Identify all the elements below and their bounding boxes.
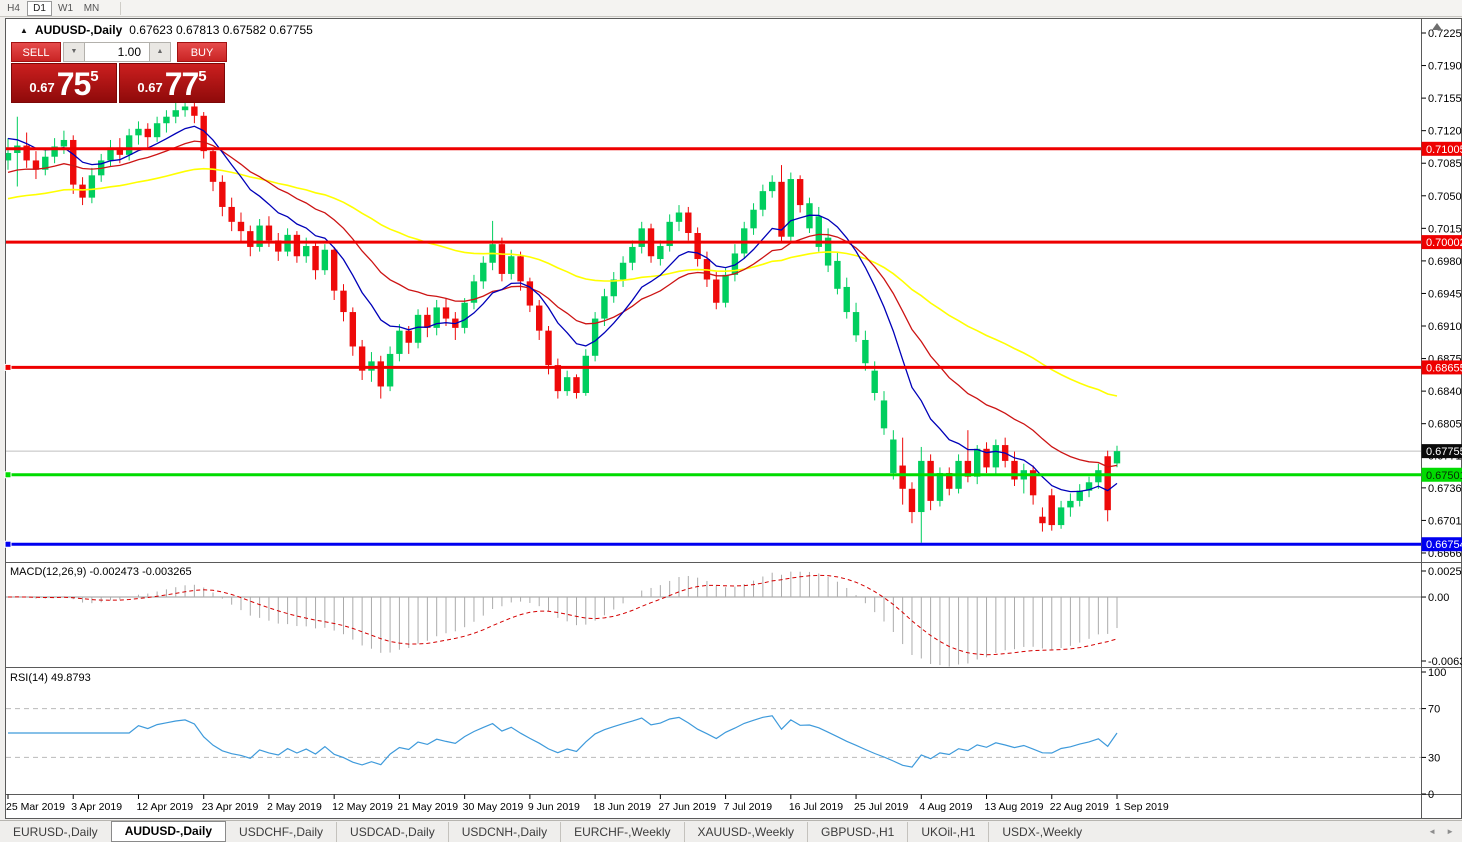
timeframe-button-w1[interactable]: W1 [53,1,78,16]
chart-canvas[interactable]: 0.722500.719000.715500.712000.708500.705… [0,0,1462,842]
chart-ohlc-values: 0.67623 0.67813 0.67582 0.67755 [129,23,313,37]
svg-text:9 Jun 2019: 9 Jun 2019 [528,801,580,813]
sell-price-pipette: 5 [90,68,99,85]
buy-price-pipette: 5 [198,68,207,85]
svg-text:0.67501: 0.67501 [1426,470,1462,482]
svg-text:0.71900: 0.71900 [1428,61,1462,73]
svg-text:12 Apr 2019: 12 Apr 2019 [136,801,193,813]
svg-text:0.68400: 0.68400 [1428,386,1462,398]
svg-text:4 Aug 2019: 4 Aug 2019 [919,801,972,813]
svg-text:0.66754: 0.66754 [1426,539,1462,551]
tab-scroll-right-icon[interactable]: ► [1446,827,1454,836]
chart-tab[interactable]: GBPUSD-,H1 [807,821,907,842]
volume-spinner: ▼ ▲ [63,42,175,62]
svg-text:12 May 2019: 12 May 2019 [332,801,393,813]
price-axis-badge: 0.68655 [1421,360,1462,375]
svg-text:25 Jul 2019: 25 Jul 2019 [854,801,908,813]
collapse-panel-icon[interactable]: ▲ [20,26,28,35]
chart-tab-bar: EURUSD-,Daily AUDUSD-,Daily USDCHF-,Daily U… [0,820,1462,842]
price-axis-badge: 0.67501 [1421,467,1462,482]
svg-text:25 Mar 2019: 25 Mar 2019 [6,801,65,813]
svg-text:30 May 2019: 30 May 2019 [463,801,524,813]
svg-text:0.68050: 0.68050 [1428,419,1462,431]
one-click-trading-panel: SELL ▼ ▲ BUY 0.67 75 5 0.67 77 5 [11,42,227,103]
svg-text:0.69450: 0.69450 [1428,288,1462,300]
svg-text:27 Jun 2019: 27 Jun 2019 [658,801,716,813]
buy-price-big: 77 [164,66,200,102]
svg-text:0.00: 0.00 [1428,592,1449,604]
svg-text:23 Apr 2019: 23 Apr 2019 [202,801,259,813]
volume-input[interactable] [85,42,149,62]
timeframe-button-d1[interactable]: D1 [27,0,52,16]
toolbar-separator [120,1,121,15]
price-axis-badge: 0.71005 [1421,141,1462,156]
tab-scroll-controls: ◄ ► [1428,827,1454,836]
chart-tab[interactable]: EURCHF-,Weekly [560,821,683,842]
chart-tab[interactable]: USDCNH-,Daily [447,821,560,842]
svg-text:0.70850: 0.70850 [1428,158,1462,170]
rsi-indicator-label: RSI(14) 49.8793 [10,672,91,684]
trading-platform-window: 0.722500.719000.715500.712000.708500.705… [0,0,1462,842]
chart-title-row: ▲ AUDUSD-,Daily 0.67623 0.67813 0.67582 … [20,23,313,37]
svg-text:18 Jun 2019: 18 Jun 2019 [593,801,651,813]
timeframe-toolbar: H4 D1 W1 MN [0,0,1462,17]
svg-text:0.68655: 0.68655 [1426,362,1462,374]
volume-decrease-icon[interactable]: ▼ [63,42,85,62]
chart-tab[interactable]: USDCHF-,Daily [226,822,336,842]
chart-tab[interactable]: USDCAD-,Daily [336,821,448,842]
svg-text:0: 0 [1428,789,1434,801]
macd-indicator-label: MACD(12,26,9) -0.002473 -0.003265 [10,566,192,578]
svg-text:0.69100: 0.69100 [1428,321,1462,333]
timeframe-button-mn[interactable]: MN [79,1,104,16]
timeframe-button-h4[interactable]: H4 [1,1,26,16]
svg-text:0.71005: 0.71005 [1426,144,1462,156]
buy-button[interactable]: BUY [177,42,227,62]
svg-text:0.70500: 0.70500 [1428,191,1462,203]
chart-tab[interactable]: USDX-,Weekly [988,821,1095,842]
sell-price-prefix: 0.67 [29,80,55,95]
tab-scroll-left-icon[interactable]: ◄ [1428,827,1436,836]
svg-text:0.67755: 0.67755 [1426,446,1462,458]
svg-text:70: 70 [1428,704,1440,716]
svg-text:0.71200: 0.71200 [1428,126,1462,138]
sell-price-box[interactable]: 0.67 75 5 [11,63,117,103]
chart-tab[interactable]: XAUUSD-,Weekly [683,821,807,842]
svg-text:0.67360: 0.67360 [1428,483,1462,495]
buy-price-prefix: 0.67 [137,80,163,95]
svg-text:3 Apr 2019: 3 Apr 2019 [71,801,122,813]
svg-text:2 May 2019: 2 May 2019 [267,801,322,813]
svg-text:13 Aug 2019: 13 Aug 2019 [985,801,1044,813]
svg-text:21 May 2019: 21 May 2019 [397,801,458,813]
svg-text:16 Jul 2019: 16 Jul 2019 [789,801,843,813]
chart-tab[interactable]: AUDUSD-,Daily [110,821,227,842]
price-axis-badge: 0.67755 [1421,444,1462,459]
volume-increase-icon[interactable]: ▲ [149,42,171,62]
price-axis-badge: 0.66754 [1421,537,1462,552]
svg-text:0.71550: 0.71550 [1428,93,1462,105]
chart-tab[interactable]: EURUSD-,Daily [0,822,111,842]
svg-text:30: 30 [1428,752,1440,764]
svg-text:100: 100 [1428,667,1446,679]
price-axis-badge: 0.70002 [1421,235,1462,250]
svg-text:0.70002: 0.70002 [1426,237,1462,249]
svg-text:22 Aug 2019: 22 Aug 2019 [1050,801,1109,813]
sell-button[interactable]: SELL [11,42,61,62]
svg-text:7 Jul 2019: 7 Jul 2019 [724,801,773,813]
svg-text:0.70150: 0.70150 [1428,223,1462,235]
svg-text:0.67010: 0.67010 [1428,515,1462,527]
svg-text:1 Sep 2019: 1 Sep 2019 [1115,801,1169,813]
svg-text:0.69800: 0.69800 [1428,256,1462,268]
svg-text:0.002574: 0.002574 [1428,566,1462,578]
buy-price-box[interactable]: 0.67 77 5 [119,63,225,103]
chart-symbol-label: AUDUSD-,Daily [34,23,123,37]
chart-tab[interactable]: UKOil-,H1 [907,821,988,842]
sell-price-big: 75 [56,66,92,102]
